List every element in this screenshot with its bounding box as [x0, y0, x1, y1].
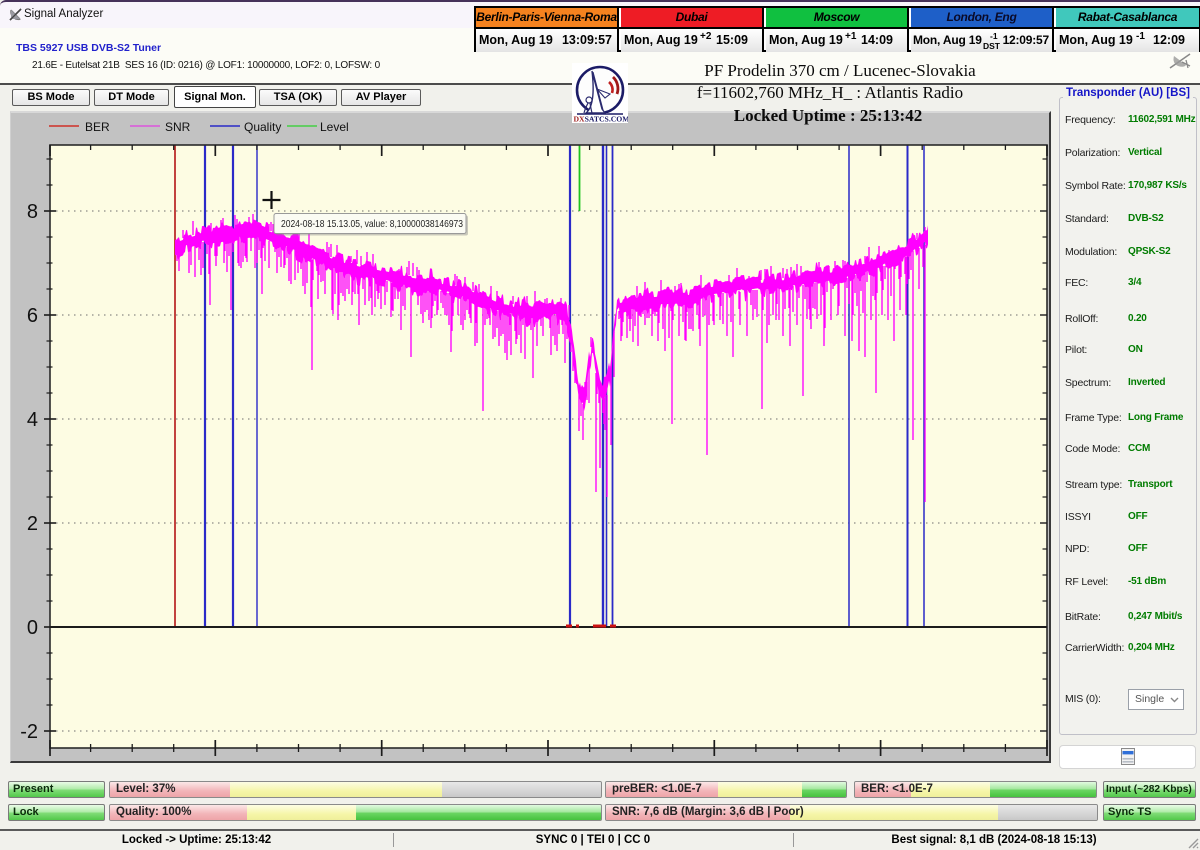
svg-text:Level: Level	[320, 120, 349, 134]
svg-text:Quality: Quality	[244, 120, 281, 134]
svg-text:-2: -2	[20, 721, 38, 743]
svg-text:2: 2	[27, 513, 38, 535]
svg-text:4: 4	[27, 409, 38, 431]
svg-text:0: 0	[27, 617, 38, 639]
svg-text:8: 8	[27, 201, 38, 223]
svg-text:SNR: SNR	[165, 120, 191, 134]
svg-text:2024-08-18 15.13.05, value: 8,: 2024-08-18 15.13.05, value: 8,1000003814…	[281, 218, 463, 230]
svg-text:DXSATCS.COM: DXSATCS.COM	[574, 115, 629, 124]
svg-text:6: 6	[27, 305, 38, 327]
svg-text:BER: BER	[85, 120, 110, 134]
